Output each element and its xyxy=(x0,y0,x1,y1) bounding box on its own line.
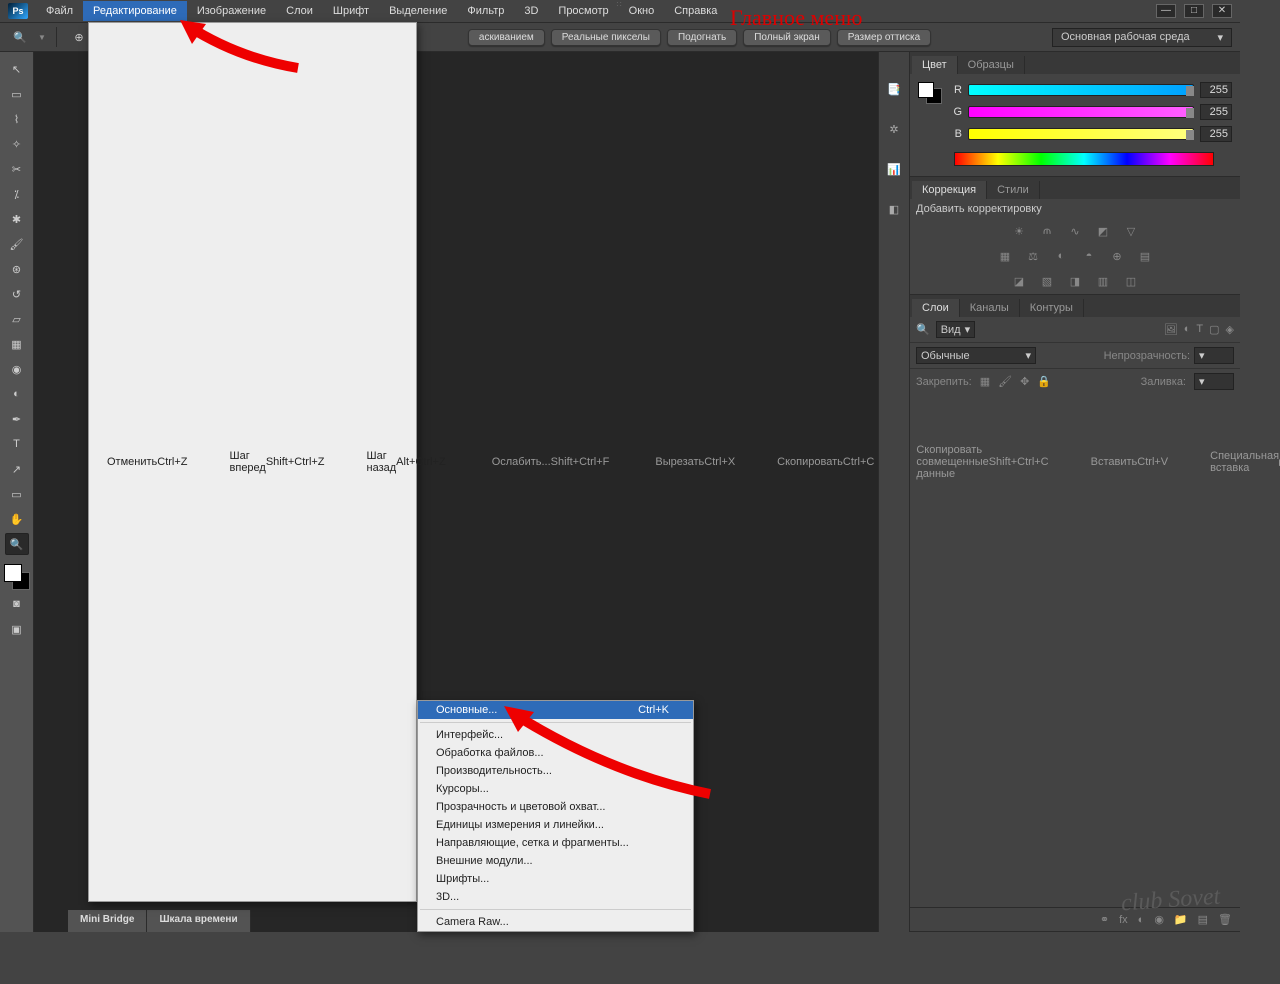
gradient-tool[interactable]: ▦ xyxy=(5,333,29,355)
prefs-item-0[interactable]: Основные...Ctrl+K xyxy=(418,701,693,719)
prefs-item-11[interactable]: 3D... xyxy=(418,888,693,906)
lasso-tool[interactable]: ⌇ xyxy=(5,108,29,130)
edit-item-10: Специальная вставка▶ xyxy=(1192,23,1280,901)
prefs-item-8[interactable]: Направляющие, сетка и фрагменты... xyxy=(418,834,693,852)
prefs-item-10[interactable]: Шрифты... xyxy=(418,870,693,888)
edit-item-0[interactable]: ОтменитьCtrl+Z xyxy=(89,23,212,901)
prefs-item-6[interactable]: Прозрачность и цветовой охват... xyxy=(418,798,693,816)
tab-mini-bridge[interactable]: Mini Bridge xyxy=(68,910,147,932)
stamp-tool[interactable]: ⊛ xyxy=(5,258,29,280)
eraser-tool[interactable]: ▱ xyxy=(5,308,29,330)
heal-tool[interactable]: ✱ xyxy=(5,208,29,230)
prefs-item-4[interactable]: Производительность... xyxy=(418,762,693,780)
crop-tool[interactable]: ✂ xyxy=(5,158,29,180)
marquee-tool[interactable]: ▭ xyxy=(5,83,29,105)
bottom-panel-tabs: Mini Bridge Шкала времени xyxy=(68,910,251,932)
color-swatch[interactable] xyxy=(4,564,30,590)
type-tool[interactable]: T xyxy=(5,433,29,455)
history-brush-tool[interactable]: ↺ xyxy=(5,283,29,305)
screen-mode-tool[interactable]: ▣ xyxy=(5,618,29,640)
submenu-preferences: Основные...Ctrl+K Интерфейс...Обработка ф… xyxy=(417,700,694,932)
tab-timeline[interactable]: Шкала времени xyxy=(147,910,250,932)
toolbox: ∷ ↖ ▭ ⌇ ✧ ✂ ⁒ ✱ 🖌 ⊛ ↺ ▱ ▦ ◉ ◐ ✒ T ↗ ▭ ✋ … xyxy=(0,52,34,932)
prefs-item-7[interactable]: Единицы измерения и линейки... xyxy=(418,816,693,834)
zoom-tool-icon[interactable]: 🔍 xyxy=(8,27,32,47)
path-select-tool[interactable]: ↗ xyxy=(5,458,29,480)
grip-icon[interactable]: ∷ xyxy=(0,0,1240,8)
zoom-tool[interactable]: 🔍 xyxy=(5,533,29,555)
hand-tool[interactable]: ✋ xyxy=(5,508,29,530)
group-icon[interactable]: 📁 xyxy=(1174,913,1188,926)
wand-tool[interactable]: ✧ xyxy=(5,133,29,155)
blur-tool[interactable]: ◉ xyxy=(5,358,29,380)
prefs-item-9[interactable]: Внешние модули... xyxy=(418,852,693,870)
foreground-color[interactable] xyxy=(4,564,22,582)
move-tool[interactable]: ↖ xyxy=(5,58,29,80)
edit-item-8: Скопировать совмещенные данныеShift+Ctrl… xyxy=(898,23,1072,901)
menu-edit-dropdown: ОтменитьCtrl+ZШаг впередShift+Ctrl+ZШаг … xyxy=(88,22,417,902)
shape-tool[interactable]: ▭ xyxy=(5,483,29,505)
edit-item-7: СкопироватьCtrl+C xyxy=(759,23,898,901)
new-layer-icon[interactable]: ▤ xyxy=(1198,913,1208,926)
dodge-tool[interactable]: ◐ xyxy=(5,383,29,405)
eyedropper-tool[interactable]: ⁒ xyxy=(5,183,29,205)
prefs-item-3[interactable]: Обработка файлов... xyxy=(418,744,693,762)
quickmask-tool[interactable]: ◙ xyxy=(5,593,29,615)
prefs-item-2[interactable]: Интерфейс... xyxy=(418,726,693,744)
pen-tool[interactable]: ✒ xyxy=(5,408,29,430)
prefs-item-13[interactable]: Camera Raw... xyxy=(418,913,693,931)
trash-icon[interactable]: 🗑 xyxy=(1218,913,1232,926)
edit-item-9: ВставитьCtrl+V xyxy=(1073,23,1193,901)
link-icon[interactable]: ⚭ xyxy=(1100,913,1109,926)
prefs-item-5[interactable]: Курсоры... xyxy=(418,780,693,798)
brush-tool[interactable]: 🖌 xyxy=(5,233,29,255)
edit-item-1[interactable]: Шаг впередShift+Ctrl+Z xyxy=(212,23,349,901)
